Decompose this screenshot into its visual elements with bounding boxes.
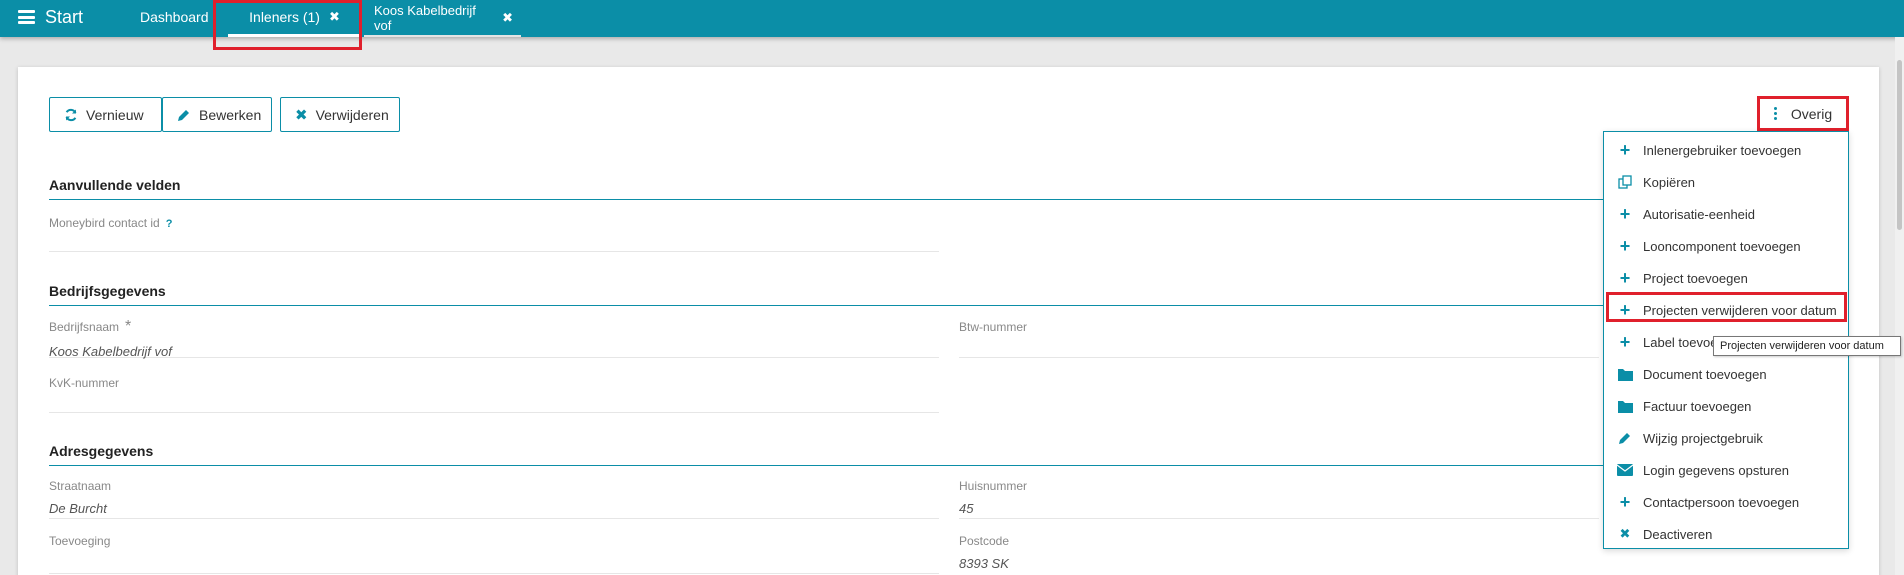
section-title-address: Adresgegevens — [49, 443, 1609, 466]
menu-item-label: Contactpersoon toevoegen — [1643, 494, 1800, 510]
copy-icon — [1617, 174, 1633, 190]
field-label: Huisnummer — [959, 479, 1028, 493]
refresh-button[interactable]: Vernieuw — [49, 97, 162, 132]
envelope-icon — [1617, 462, 1633, 478]
delete-button[interactable]: ✖ Verwijderen — [280, 97, 400, 132]
tab-koos-label: Koos Kabelbedrijf vof — [374, 2, 476, 33]
start-label: Start — [45, 6, 84, 27]
tab-dashboard-label: Dashboard — [140, 9, 209, 25]
tooltip: Projecten verwijderen voor datum — [1713, 336, 1901, 356]
field-label: Straatnaam — [49, 479, 112, 493]
plus-icon: + — [1619, 331, 1631, 352]
menu-item-add-wage-component[interactable]: + Looncomponent toevoegen — [1604, 230, 1848, 262]
close-icon: ✖ — [1619, 526, 1631, 541]
company-name-field[interactable]: Bedrijfsnaam * Koos Kabelbedrijf vof — [49, 318, 939, 359]
start-menu-button[interactable]: Start — [18, 6, 83, 28]
menu-item-label: Inlenergebruiker toevoegen — [1643, 142, 1802, 158]
pencil-icon — [1617, 430, 1633, 446]
menu-item-add-inlener-user[interactable]: + Inlenergebruiker toevoegen — [1604, 134, 1848, 166]
section-title-extra: Aanvullende velden — [49, 177, 1609, 200]
menu-item-label: Looncomponent toevoegen — [1643, 238, 1801, 254]
menu-item-send-login-details[interactable]: Login gegevens opsturen — [1604, 454, 1848, 486]
edit-button[interactable]: Bewerken — [162, 97, 272, 132]
menu-item-label: Document toevoegen — [1643, 366, 1767, 382]
menu-item-authorization-unit[interactable]: + Autorisatie-eenheid — [1604, 198, 1848, 230]
menu-item-deactivate[interactable]: ✖ Deactiveren — [1604, 518, 1848, 550]
menu-item-label: Factuur toevoegen — [1643, 398, 1752, 414]
house-number-field[interactable]: Huisnummer 45 — [959, 479, 1599, 519]
plus-icon: + — [1619, 235, 1631, 256]
menu-item-label: Wijzig projectgebruik — [1643, 430, 1763, 446]
menu-item-change-project-usage[interactable]: Wijzig projectgebruik — [1604, 422, 1848, 454]
refresh-icon — [64, 108, 78, 122]
hamburger-icon — [18, 10, 35, 24]
section-title-company: Bedrijfsgegevens — [49, 283, 1609, 306]
menu-item-label: Project toevoegen — [1643, 270, 1748, 286]
field-label: Toevoeging — [49, 534, 111, 548]
menu-item-add-document[interactable]: Document toevoegen — [1604, 358, 1848, 390]
plus-icon: + — [1619, 267, 1631, 288]
required-marker: * — [125, 318, 132, 335]
field-label: Postcode — [959, 534, 1010, 548]
plus-icon: + — [1619, 139, 1631, 160]
folder-icon — [1617, 398, 1633, 414]
addition-field[interactable]: Toevoeging — [49, 534, 939, 574]
highlight-box — [213, 0, 362, 50]
menu-item-label: Autorisatie-eenheid — [1643, 206, 1756, 222]
menu-item-add-invoice[interactable]: Factuur toevoegen — [1604, 390, 1848, 422]
field-label: KvK-nummer — [49, 376, 120, 390]
highlight-box — [1757, 96, 1849, 131]
menu-item-label: Login gegevens opsturen — [1643, 462, 1790, 478]
field-label: Bedrijfsnaam — [49, 320, 120, 334]
street-field[interactable]: Straatnaam De Burcht — [49, 479, 939, 519]
vat-number-field[interactable]: Btw-nummer — [959, 318, 1599, 358]
scrollbar-thumb[interactable] — [1897, 60, 1902, 230]
field-value: 8393 SK — [959, 556, 1009, 571]
menu-item-label: Deactiveren — [1643, 526, 1713, 542]
close-tab-icon[interactable]: ✖ — [502, 10, 513, 26]
menu-item-add-contact-person[interactable]: + Contactpersoon toevoegen — [1604, 486, 1848, 518]
tab-dashboard[interactable]: Dashboard — [140, 9, 209, 25]
plus-icon: + — [1619, 491, 1631, 512]
edit-label: Bewerken — [199, 106, 262, 123]
menu-item-add-project[interactable]: + Project toevoegen — [1604, 262, 1848, 294]
field-label: Moneybird contact id — [49, 216, 160, 230]
moneybird-field[interactable]: Moneybird contact id? — [49, 214, 939, 252]
refresh-label: Vernieuw — [86, 106, 144, 123]
menu-item-copy[interactable]: Kopiëren — [1604, 166, 1848, 198]
highlight-box — [1606, 292, 1847, 322]
field-label: Btw-nummer — [959, 320, 1028, 334]
field-value: 45 — [959, 501, 974, 516]
delete-label: Verwijderen — [315, 106, 389, 123]
kvk-number-field[interactable]: KvK-nummer — [49, 374, 939, 413]
field-value: Koos Kabelbedrijf vof — [49, 344, 172, 359]
field-value: De Burcht — [49, 501, 107, 516]
close-icon: ✖ — [295, 106, 308, 124]
postcode-field[interactable]: Postcode 8393 SK — [959, 534, 1599, 574]
help-icon[interactable]: ? — [166, 218, 173, 230]
tab-koos-kabelbedrijf[interactable]: Koos Kabelbedrijf vof ✖ — [364, 0, 521, 37]
folder-icon — [1617, 366, 1633, 382]
menu-item-label: Kopiëren — [1643, 174, 1696, 190]
pencil-icon — [177, 108, 191, 122]
plus-icon: + — [1619, 203, 1631, 224]
